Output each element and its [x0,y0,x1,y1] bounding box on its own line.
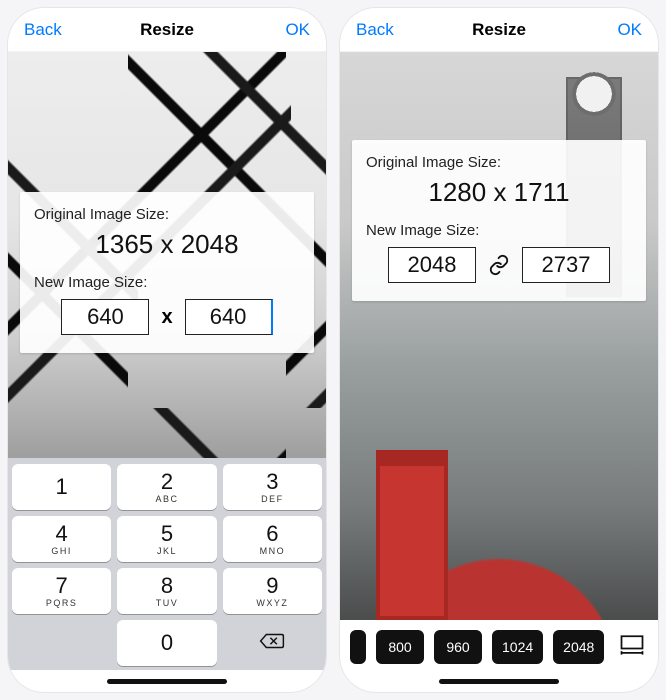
preset-bar: 800 960 1024 2048 [340,620,658,670]
new-size-label: New Image Size: [366,222,632,239]
aspect-toggle-button[interactable] [616,633,648,661]
key-5[interactable]: 5JKL [117,516,216,562]
content-area: Original Image Size: 1365 x 2048 New Ima… [8,52,326,458]
background-image [340,52,658,620]
new-size-row [366,247,632,283]
preset-800[interactable]: 800 [376,630,424,664]
new-size-label: New Image Size: [34,274,300,291]
link-aspect-icon[interactable] [488,254,510,276]
key-3[interactable]: 3DEF [223,464,322,510]
back-button[interactable]: Back [356,20,394,40]
preset-2048[interactable]: 2048 [553,630,604,664]
size-separator-x: x [161,306,172,329]
key-8[interactable]: 8TUV [117,568,216,614]
navbar: Back Resize OK [8,8,326,52]
aspect-ratio-icon [618,634,646,661]
home-indicator [8,670,326,692]
original-size-label: Original Image Size: [34,206,300,223]
original-size-value: 1280 x 1711 [366,177,632,208]
back-button[interactable]: Back [24,20,62,40]
height-input[interactable] [522,247,610,283]
key-4[interactable]: 4GHI [12,516,111,562]
ok-button[interactable]: OK [285,20,310,40]
preset-partial[interactable] [350,630,366,664]
key-6[interactable]: 6MNO [223,516,322,562]
numeric-keypad: 1 2ABC 3DEF 4GHI 5JKL 6MNO 7PQRS 8TUV 9W… [8,458,326,670]
content-area: Original Image Size: 1280 x 1711 New Ima… [340,52,658,620]
preset-1024[interactable]: 1024 [492,630,543,664]
backspace-icon [259,631,285,656]
preset-960[interactable]: 960 [434,630,482,664]
phonebooth-graphic [376,450,448,620]
original-size-value: 1365 x 2048 [34,229,300,260]
key-0[interactable]: 0 [117,620,216,666]
home-indicator [340,670,658,692]
original-size-label: Original Image Size: [366,154,632,171]
navbar: Back Resize OK [340,8,658,52]
key-9[interactable]: 9WXYZ [223,568,322,614]
resize-card: Original Image Size: 1280 x 1711 New Ima… [352,140,646,301]
width-input[interactable] [388,247,476,283]
new-size-row: x [34,299,300,335]
key-empty [12,620,111,666]
resize-card: Original Image Size: 1365 x 2048 New Ima… [20,192,314,353]
key-2[interactable]: 2ABC [117,464,216,510]
ok-button[interactable]: OK [617,20,642,40]
height-input[interactable] [185,299,273,335]
width-input[interactable] [61,299,149,335]
key-1[interactable]: 1 [12,464,111,510]
phone-left: Back Resize OK Original Image Size: 1365… [8,8,326,692]
key-backspace[interactable] [223,620,322,666]
key-7[interactable]: 7PQRS [12,568,111,614]
phone-right: Back Resize OK Original Image Size: 1280… [340,8,658,692]
